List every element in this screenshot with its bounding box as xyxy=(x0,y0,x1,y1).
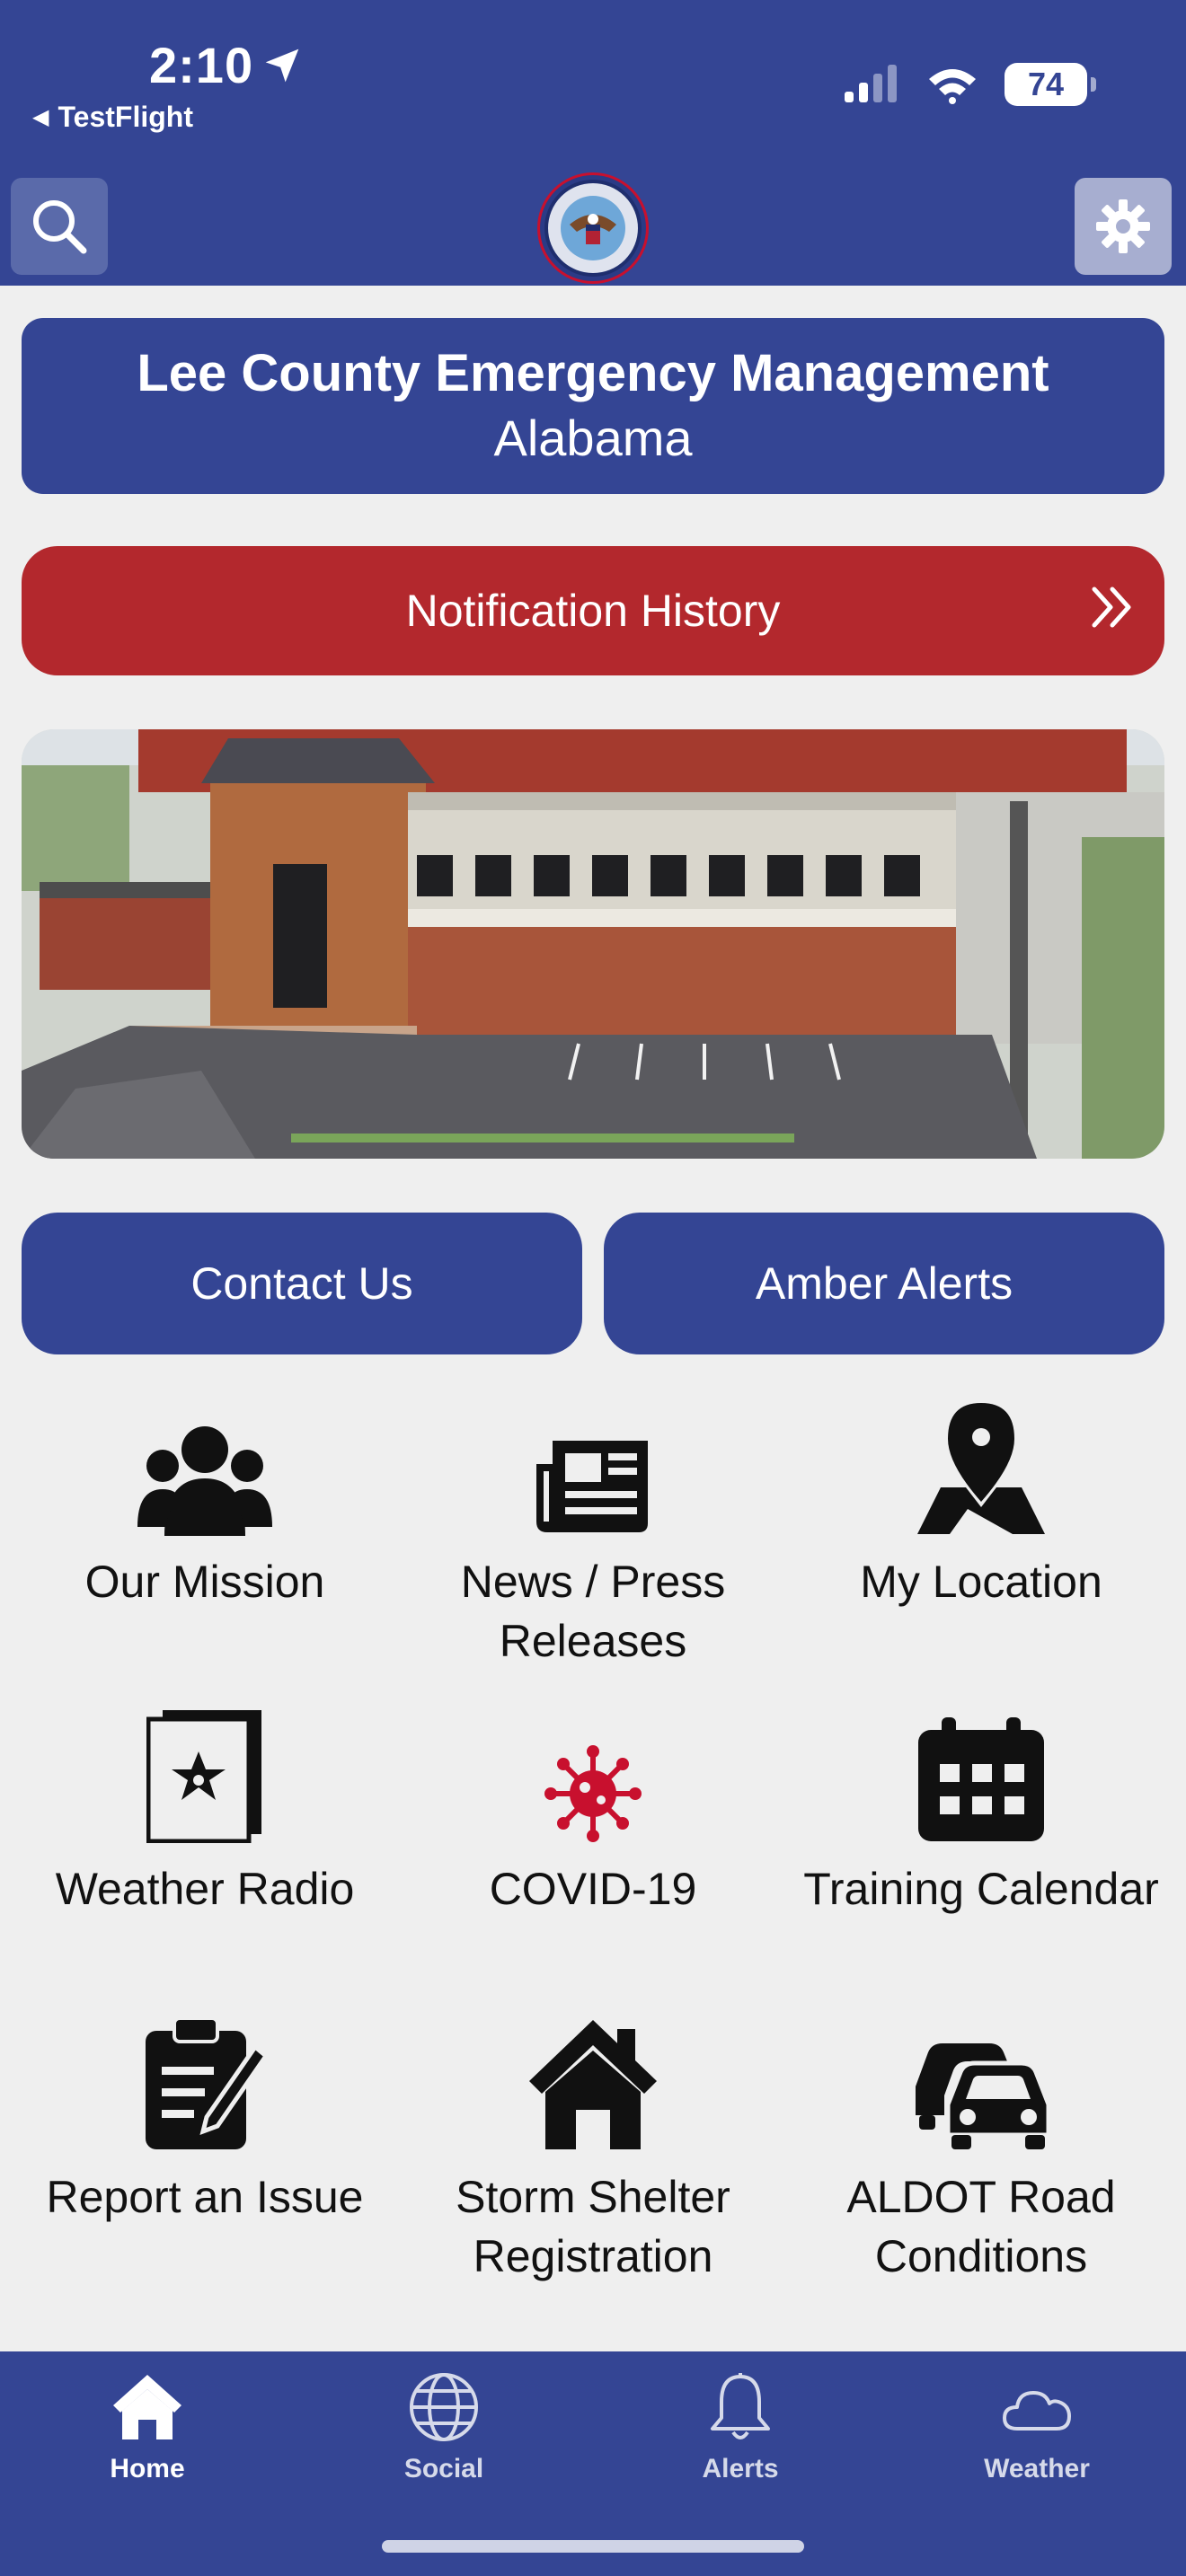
tile-label: ALDOT Road Conditions xyxy=(846,2172,1116,2281)
settings-button[interactable] xyxy=(1075,178,1172,275)
double-chevron-right-icon xyxy=(1092,587,1131,628)
tab-label: Alerts xyxy=(702,2454,779,2483)
agency-name: Lee County Emergency Management xyxy=(137,344,1049,402)
location-arrow-icon xyxy=(265,49,299,82)
title-card: Lee County Emergency Management Alabama xyxy=(22,318,1164,494)
contact-us-button[interactable]: Contact Us xyxy=(22,1213,582,1354)
tile-label: Weather Radio xyxy=(55,1864,355,1914)
gear-icon xyxy=(1096,199,1150,253)
tile-label: Storm Shelter Registration xyxy=(456,2172,730,2281)
tile-label: Training Calendar xyxy=(803,1864,1159,1914)
tab-home[interactable]: Home xyxy=(49,2366,246,2484)
wifi-icon xyxy=(929,69,976,104)
building-photo xyxy=(22,729,1164,1159)
tile-our-mission[interactable]: Our Mission xyxy=(16,1401,394,1611)
search-button[interactable] xyxy=(11,178,108,275)
house-icon xyxy=(529,2020,657,2149)
sheriff-star-book-icon xyxy=(146,1710,261,1843)
tile-my-location[interactable]: My Location xyxy=(792,1401,1170,1611)
tile-label: Our Mission xyxy=(84,1557,325,1607)
cars-icon xyxy=(916,2043,1049,2149)
virus-icon xyxy=(544,1745,642,1842)
tab-weather[interactable]: Weather xyxy=(938,2366,1136,2484)
tile-label: News / Press Releases xyxy=(460,1557,726,1666)
amber-alerts-button[interactable]: Amber Alerts xyxy=(604,1213,1164,1354)
back-to-app-link[interactable]: ◀ TestFlight xyxy=(32,101,193,134)
tab-social[interactable]: Social xyxy=(345,2366,543,2484)
building-illustration xyxy=(22,729,1164,1159)
cellular-signal-icon xyxy=(845,65,897,102)
tile-news-press-releases[interactable]: News / Press Releases xyxy=(404,1401,782,1671)
tile-covid-19[interactable]: COVID-19 xyxy=(404,1708,782,1919)
status-icons: 74 xyxy=(843,63,1096,106)
map-pin-icon xyxy=(917,1403,1045,1534)
tile-label: COVID-19 xyxy=(489,1864,697,1914)
seal-icon xyxy=(544,180,642,277)
battery-indicator: 74 xyxy=(1005,63,1096,106)
state-name: Alabama xyxy=(493,410,693,466)
people-group-icon xyxy=(137,1426,272,1536)
globe-icon xyxy=(410,2373,478,2441)
notification-history-button[interactable]: Notification History xyxy=(22,546,1164,675)
back-triangle-icon: ◀ xyxy=(32,105,49,129)
tile-label: Report an Issue xyxy=(46,2172,364,2222)
ema-logo xyxy=(537,172,649,284)
home-indicator[interactable] xyxy=(382,2540,804,2553)
tab-label: Home xyxy=(110,2454,185,2483)
search-icon xyxy=(33,200,87,254)
tile-aldot-road-conditions[interactable]: ALDOT Road Conditions xyxy=(792,2016,1170,2286)
tab-alerts[interactable]: Alerts xyxy=(642,2366,839,2484)
tile-training-calendar[interactable]: Training Calendar xyxy=(792,1708,1170,1919)
calendar-icon xyxy=(918,1717,1044,1841)
bell-icon xyxy=(711,2373,770,2439)
tile-report-an-issue[interactable]: Report an Issue xyxy=(16,2016,394,2227)
tab-label: Weather xyxy=(984,2454,1090,2483)
clipboard-edit-icon xyxy=(146,2016,268,2149)
tile-weather-radio[interactable]: Weather Radio xyxy=(16,1708,394,1919)
newspaper-icon xyxy=(536,1441,648,1532)
tile-storm-shelter-registration[interactable]: Storm Shelter Registration xyxy=(404,2016,782,2286)
cloud-icon xyxy=(1003,2391,1071,2430)
notification-history-label: Notification History xyxy=(405,586,781,636)
tab-label: Social xyxy=(403,2454,484,2483)
tile-label: My Location xyxy=(860,1557,1102,1607)
home-icon xyxy=(113,2375,181,2439)
status-time: 2:10 xyxy=(149,36,302,94)
